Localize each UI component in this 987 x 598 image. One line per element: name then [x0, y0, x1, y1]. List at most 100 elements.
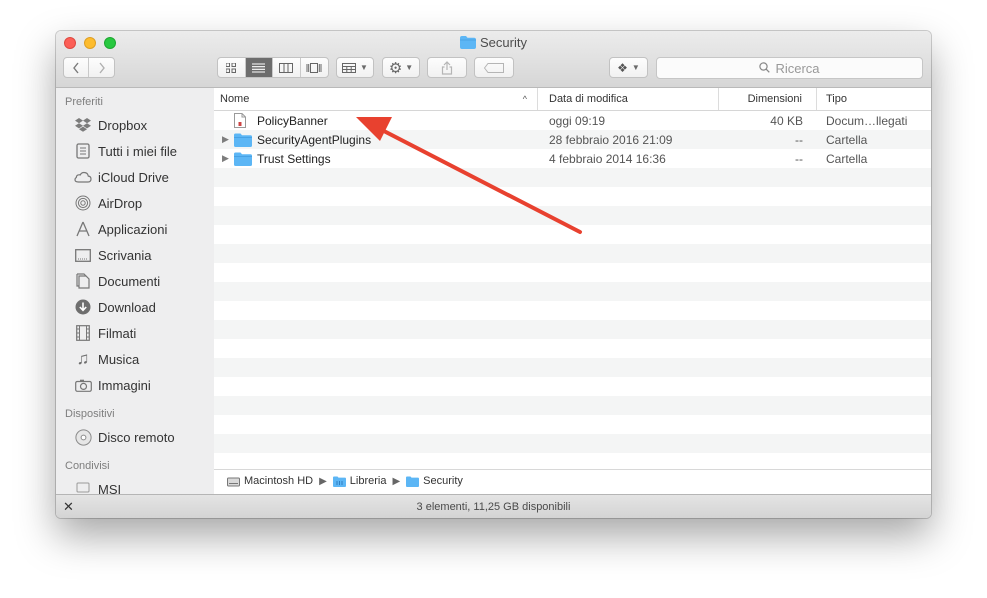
column-header-label: Data di modifica: [549, 93, 628, 105]
sidebar-toggle-icon[interactable]: ✕: [63, 499, 74, 515]
column-header-size[interactable]: Dimensioni: [719, 88, 817, 110]
share-button[interactable]: [427, 57, 467, 78]
back-button[interactable]: [64, 58, 90, 77]
applications-icon: [74, 220, 92, 238]
column-header-label: Dimensioni: [747, 93, 802, 105]
chevron-right-icon: [98, 62, 105, 73]
sidebar-item-applications[interactable]: Applicazioni: [56, 216, 214, 242]
empty-row: [214, 225, 931, 244]
file-rows: PolicyBanner oggi 09:19 40 KB Docum…lleg…: [214, 111, 931, 472]
disclosure-triangle-icon[interactable]: ▶: [222, 134, 234, 145]
sidebar-item-label: Tutti i miei file: [98, 143, 177, 159]
tag-button[interactable]: [474, 57, 514, 78]
sidebar-item-label: iCloud Drive: [98, 169, 169, 185]
document-icon: [234, 113, 252, 129]
empty-row: [214, 187, 931, 206]
grid-view-icon: [226, 62, 237, 73]
file-name: Trust Settings: [257, 151, 331, 166]
sidebar-item-label: Immagini: [98, 377, 151, 393]
sidebar-item-movies[interactable]: Filmati: [56, 320, 214, 346]
sidebar-item-label: Musica: [98, 351, 140, 367]
path-item-security[interactable]: Security: [406, 475, 463, 487]
sidebar-item-music[interactable]: ♫ Musica: [56, 346, 214, 372]
file-size: --: [795, 151, 803, 166]
search-placeholder: Ricerca: [775, 60, 820, 76]
coverflow-view-button[interactable]: [301, 58, 328, 77]
dropbox-button[interactable]: ❖ ▼: [609, 57, 648, 78]
file-kind: Cartella: [826, 132, 868, 147]
empty-row: [214, 320, 931, 339]
sidebar-item-desktop[interactable]: Scrivania: [56, 242, 214, 268]
column-header-row: Nome ^ Data di modifica Dimensioni Tipo: [214, 88, 931, 111]
empty-row: [214, 377, 931, 396]
path-bar: Macintosh HD ▶ Libreria ▶ Security: [214, 469, 931, 492]
download-icon: [74, 298, 92, 316]
folder-icon: [406, 476, 420, 487]
disc-icon: [74, 428, 92, 446]
file-row-policybanner[interactable]: PolicyBanner oggi 09:19 40 KB Docum…lleg…: [214, 111, 931, 130]
sidebar-item-label: Documenti: [98, 273, 161, 289]
sidebar-item-label: Dropbox: [98, 117, 148, 133]
sidebar-item-label: Disco remoto: [98, 429, 175, 445]
file-date: oggi 09:19: [549, 113, 606, 128]
coverflow-view-icon: [306, 62, 322, 73]
arrange-button[interactable]: ▼: [336, 57, 374, 78]
cloud-icon: [74, 168, 92, 186]
arrange-icon: [342, 62, 357, 73]
path-item-macintosh-hd[interactable]: Macintosh HD: [227, 475, 313, 487]
window-title-text: Security: [480, 35, 527, 50]
file-date: 4 febbraio 2014 16:36: [549, 151, 666, 166]
documents-icon: [74, 272, 92, 290]
gear-icon: ⚙: [388, 59, 403, 77]
sidebar-item-label: Filmati: [98, 325, 137, 341]
chevron-left-icon: [73, 62, 79, 73]
sidebar-item-icloud[interactable]: iCloud Drive: [56, 164, 214, 190]
chevron-down-icon: ▼: [631, 63, 640, 72]
all-files-icon: [74, 142, 92, 160]
path-label: Macintosh HD: [244, 475, 314, 487]
path-item-libreria[interactable]: Libreria: [332, 475, 386, 487]
sidebar-section-title: Condivisi: [65, 460, 110, 472]
music-icon: ♫: [76, 349, 90, 368]
file-name: PolicyBanner: [257, 113, 328, 128]
column-header-label: Nome: [220, 93, 250, 105]
sidebar-item-downloads[interactable]: Download: [56, 294, 214, 320]
column-header-name[interactable]: Nome ^: [214, 88, 538, 110]
forward-button[interactable]: [89, 58, 114, 77]
folder-icon: [234, 132, 252, 148]
file-row-securityagentplugins[interactable]: ▶ SecurityAgentPlugins 28 febbraio 2016 …: [214, 130, 931, 149]
column-view-icon: [279, 62, 294, 73]
dropbox-icon: [74, 116, 92, 134]
window-title: Security: [56, 35, 931, 50]
path-separator-icon: ▶: [319, 475, 327, 487]
sidebar-item-pictures[interactable]: Immagini: [56, 372, 214, 398]
sidebar-item-airdrop[interactable]: AirDrop: [56, 190, 214, 216]
column-header-date[interactable]: Data di modifica: [538, 88, 719, 110]
share-icon: [441, 60, 453, 75]
icon-view-button[interactable]: [218, 58, 246, 77]
file-kind: Docum…llegati: [826, 113, 908, 128]
list-view-button[interactable]: [245, 58, 273, 77]
column-header-kind[interactable]: Tipo: [817, 88, 931, 110]
search-input[interactable]: Ricerca: [656, 57, 923, 79]
empty-row: [214, 301, 931, 320]
airdrop-icon: [74, 194, 92, 212]
file-size: --: [795, 132, 803, 147]
sidebar-item-documents[interactable]: Documenti: [56, 268, 214, 294]
status-text: 3 elementi, 11,25 GB disponibili: [416, 501, 571, 513]
sidebar-item-remote-disc[interactable]: Disco remoto: [56, 424, 214, 450]
sidebar-item-label: Scrivania: [98, 247, 152, 263]
action-button[interactable]: ⚙ ▼: [382, 57, 420, 78]
empty-row: [214, 415, 931, 434]
sidebar-item-dropbox[interactable]: Dropbox: [56, 112, 214, 138]
path-separator-icon: ▶: [392, 475, 401, 487]
disclosure-triangle-icon[interactable]: ▶: [222, 153, 234, 164]
sidebar-item-all-files[interactable]: Tutti i miei file: [56, 138, 214, 164]
file-size: 40 KB: [770, 113, 803, 128]
file-row-trust-settings[interactable]: ▶ Trust Settings 4 febbraio 2014 16:36 -…: [214, 149, 931, 168]
sidebar-item-label: Download: [98, 299, 156, 315]
file-date: 28 febbraio 2016 21:09: [549, 132, 673, 147]
movies-icon: [74, 324, 92, 342]
path-label: Security: [423, 475, 463, 487]
column-view-button[interactable]: [273, 58, 301, 77]
